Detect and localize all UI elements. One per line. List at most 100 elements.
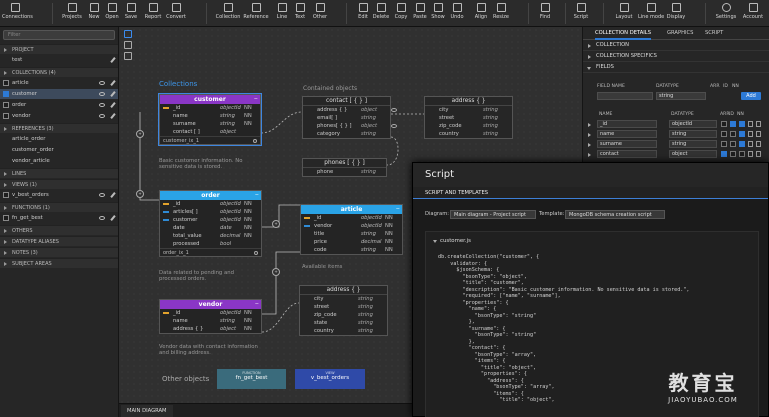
toolbar-button-open[interactable]: Open: [104, 2, 120, 26]
delete-icon[interactable]: [756, 141, 761, 147]
object-address[interactable]: address { } city string street string zip_…: [424, 96, 513, 139]
field-name-input[interactable]: surname: [597, 140, 657, 148]
toolbar-button-save[interactable]: Save: [123, 2, 139, 26]
field-name-input[interactable]: _id: [597, 120, 657, 128]
chevron-right-icon[interactable]: [588, 133, 591, 137]
toolbar-button-report[interactable]: Report: [143, 2, 163, 26]
object-contact[interactable]: contact [ { } ] address { } object email[…: [302, 96, 397, 139]
toolbar-button-script[interactable]: Script: [572, 2, 590, 26]
relation-node[interactable]: +: [136, 130, 144, 138]
field-name-input[interactable]: name: [597, 130, 657, 138]
field-datatype-select[interactable]: string: [669, 140, 717, 148]
reference-item[interactable]: vendor_article: [0, 156, 118, 166]
field-row[interactable]: email[ ] string: [303, 114, 390, 122]
field-row[interactable]: phones[ { } ] object: [303, 122, 397, 130]
field-row[interactable]: city string: [425, 106, 512, 114]
entity-vendor[interactable]: vendor − _id objectId NN name string NN addre…: [159, 299, 262, 334]
toolbar-button-layout[interactable]: Layout: [614, 2, 634, 26]
field-row[interactable]: price decimal NN: [301, 238, 402, 246]
nn-checkbox[interactable]: [739, 121, 745, 127]
field-row[interactable]: country string: [300, 327, 387, 335]
entity-order[interactable]: order − _id objectId NN articles[ ] objectId…: [159, 190, 262, 257]
relation-node[interactable]: +: [136, 190, 144, 198]
note-article[interactable]: Available items: [302, 264, 342, 270]
reference-item[interactable]: article_order: [0, 134, 118, 144]
section-references[interactable]: REFERENCES (3): [0, 123, 118, 133]
id-checkbox[interactable]: [730, 141, 736, 147]
minus-icon[interactable]: −: [396, 205, 400, 214]
entity-header[interactable]: vendor −: [160, 300, 261, 309]
nn-checkbox[interactable]: [739, 131, 745, 137]
entity-header[interactable]: article −: [301, 205, 402, 214]
edit-icon[interactable]: [748, 151, 753, 157]
minus-icon[interactable]: −: [254, 95, 258, 104]
pencil-icon[interactable]: [110, 215, 116, 221]
relation-node[interactable]: +: [272, 268, 280, 276]
nn-checkbox[interactable]: [739, 141, 745, 147]
new-field-name-input[interactable]: [597, 92, 653, 100]
eye-icon[interactable]: [99, 81, 105, 85]
field-row[interactable]: customer objectId NN: [160, 216, 261, 224]
collection-item-order[interactable]: order: [0, 100, 118, 110]
entity-article[interactable]: article − _id objectId NN vendor objectId NN …: [300, 204, 403, 255]
field-row[interactable]: zip_code string: [425, 122, 512, 130]
field-row[interactable]: name string NN: [160, 317, 261, 325]
checkbox-icon[interactable]: [3, 215, 9, 221]
minus-icon[interactable]: −: [255, 191, 259, 200]
field-row[interactable]: contact [ ] object: [160, 128, 260, 136]
field-row[interactable]: street string: [300, 303, 387, 311]
field-datatype-select[interactable]: object: [669, 150, 717, 158]
toolbar-button-resize[interactable]: Resize: [491, 2, 511, 26]
eye-icon[interactable]: [99, 92, 105, 96]
script-file-name[interactable]: customer.js: [433, 238, 471, 244]
edit-icon[interactable]: [748, 121, 753, 127]
nn-checkbox[interactable]: [739, 151, 745, 157]
delete-icon[interactable]: [756, 131, 761, 137]
field-row[interactable]: category string: [303, 130, 390, 138]
section-collection[interactable]: COLLECTION: [583, 40, 769, 51]
toolbar-button-collection[interactable]: Collection: [214, 2, 242, 26]
id-checkbox[interactable]: [730, 131, 736, 137]
field-row[interactable]: _id objectId NN: [160, 309, 261, 317]
eye-icon[interactable]: [99, 103, 105, 107]
toolbar-button-line-mode[interactable]: Line mode: [638, 2, 664, 26]
collection-item-article[interactable]: article: [0, 78, 118, 88]
project-name-item[interactable]: test: [0, 55, 118, 65]
toolbar-button-undo[interactable]: Undo: [448, 2, 466, 26]
field-row[interactable]: name string NN: [160, 112, 260, 120]
entity-customer[interactable]: customer − _id objectId NN name string NN sur…: [158, 93, 262, 146]
tab-main-diagram[interactable]: MAIN DIAGRAM: [121, 405, 173, 417]
diagram-select[interactable]: Main diagram - Project script: [450, 210, 536, 219]
view-item[interactable]: v_best_orders: [0, 190, 118, 200]
section-collections[interactable]: COLLECTIONS (4): [0, 67, 118, 77]
field-row[interactable]: street string: [425, 114, 512, 122]
field-datatype-select[interactable]: objectId: [669, 120, 717, 128]
chevron-right-icon[interactable]: [588, 123, 591, 127]
object-address[interactable]: address { } city string street string zip_…: [299, 285, 388, 336]
field-row[interactable]: processed bool: [160, 240, 261, 248]
new-field-datatype-select[interactable]: string: [656, 92, 706, 100]
checkbox-icon[interactable]: [3, 192, 9, 198]
index-row[interactable]: order_ix_1: [160, 248, 261, 256]
toolbar-button-line[interactable]: Line: [273, 2, 291, 26]
index-row[interactable]: customer_ix_1: [160, 136, 260, 144]
pencil-icon[interactable]: [110, 80, 116, 86]
field-row[interactable]: city string: [300, 295, 387, 303]
function-box[interactable]: FUNCTION fn_get_best: [217, 369, 286, 389]
function-item[interactable]: fn_get_best: [0, 213, 118, 223]
toolbar-button-account[interactable]: Account: [741, 2, 765, 26]
field-row[interactable]: code string NN: [301, 246, 402, 254]
add-field-button[interactable]: Add: [741, 92, 761, 100]
entity-header[interactable]: customer −: [160, 95, 260, 104]
section-functions[interactable]: FUNCTIONS (1): [0, 202, 118, 212]
toolbar-button-find[interactable]: Find: [537, 2, 553, 26]
tab-collection-details[interactable]: COLLECTION DETAILS: [595, 27, 651, 40]
toolbar-button-align[interactable]: Align: [473, 2, 489, 26]
eye-icon[interactable]: [391, 124, 397, 128]
toolbar-button-reference[interactable]: Reference: [242, 2, 270, 26]
eye-icon[interactable]: [99, 193, 105, 197]
toolbar-button-show[interactable]: Show: [430, 2, 446, 26]
field-row[interactable]: _id objectId NN: [160, 104, 260, 112]
toolbar-button-connections[interactable]: Connections: [2, 2, 33, 26]
section-datatype-aliases[interactable]: DATATYPE ALIASES: [0, 236, 118, 246]
